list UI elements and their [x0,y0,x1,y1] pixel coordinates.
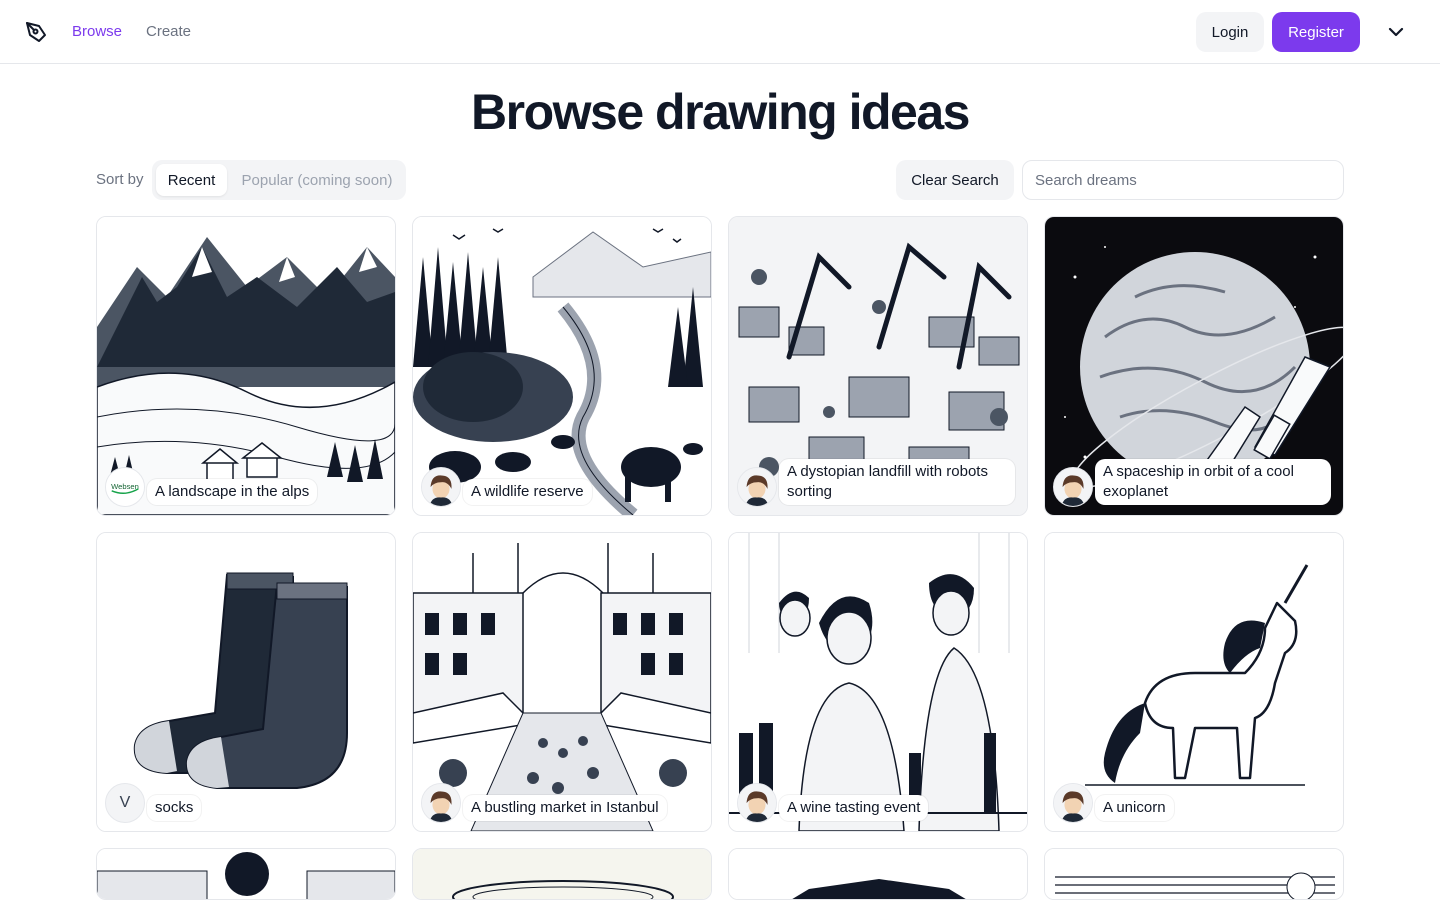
drawing-card[interactable]: A dystopian landfill with robots sorting [728,216,1028,516]
nav-create-link[interactable]: Create [146,22,191,42]
drawing-image-partial [97,849,395,899]
card-caption: A landscape in the alps [147,479,318,505]
sort-recent-button[interactable]: Recent [156,164,227,196]
pen-nib-logo-icon[interactable] [24,20,48,44]
card-caption: socks [147,795,202,821]
chevron-down-icon[interactable] [1384,20,1408,44]
user-letter-avatar[interactable]: V [105,783,145,823]
anime-boy-avatar-icon [422,468,460,506]
card-caption: A wildlife reserve [463,479,592,505]
user-avatar[interactable] [421,783,461,823]
login-button[interactable]: Login [1196,12,1264,52]
nav-browse-link[interactable]: Browse [72,22,122,42]
card-caption: A unicorn [1095,795,1174,821]
drawing-card[interactable]: Websen A landscape in the alps [96,216,396,516]
user-avatar[interactable] [737,467,777,507]
card-caption: A dystopian landfill with robots sorting [779,459,1015,505]
drawing-card[interactable]: A wine tasting event [728,532,1028,832]
card-caption: A spaceship in orbit of a cool exoplanet [1095,459,1331,505]
card-meta: A dystopian landfill with robots sorting [737,459,1019,507]
drawing-image-partial [413,849,711,899]
sort-popular-button[interactable]: Popular (coming soon) [232,164,402,196]
register-button[interactable]: Register [1272,12,1360,52]
drawing-card[interactable] [96,848,396,900]
card-meta: A wildlife reserve [421,467,703,507]
anime-boy-avatar-icon [738,784,776,822]
websen-logo-avatar[interactable]: Websen [105,467,145,507]
drawing-card[interactable]: V socks [96,532,396,832]
top-navigation-bar: Browse Create Login Register [0,0,1440,64]
websen-logo-icon: Websen [106,468,144,506]
card-caption: A bustling market in Istanbul [463,795,667,821]
user-avatar[interactable] [1053,783,1093,823]
drawing-card[interactable]: A bustling market in Istanbul [412,532,712,832]
drawing-card[interactable] [412,848,712,900]
anime-boy-avatar-icon [738,468,776,506]
drawing-card[interactable]: A unicorn [1044,532,1344,832]
anime-boy-avatar-icon [1054,784,1092,822]
card-meta: A unicorn [1053,783,1335,823]
card-meta: Websen A landscape in the alps [105,467,387,507]
clear-search-button[interactable]: Clear Search [896,160,1014,200]
drawing-card[interactable]: A spaceship in orbit of a cool exoplanet [1044,216,1344,516]
user-avatar[interactable] [737,783,777,823]
drawing-image-partial [729,849,1027,899]
drawing-card[interactable]: A wildlife reserve [412,216,712,516]
drawing-card[interactable] [1044,848,1344,900]
user-avatar[interactable] [421,467,461,507]
card-meta: A bustling market in Istanbul [421,783,703,823]
page-title: Browse drawing ideas [471,84,970,140]
sort-toggle-group: Recent Popular (coming soon) [152,160,406,200]
drawing-image-partial [1045,849,1343,899]
anime-boy-avatar-icon [1054,468,1092,506]
search-input[interactable] [1022,160,1344,200]
svg-text:Websen: Websen [111,482,139,491]
card-meta: A spaceship in orbit of a cool exoplanet [1053,459,1335,507]
user-avatar[interactable] [1053,467,1093,507]
card-meta: A wine tasting event [737,783,1019,823]
drawing-card[interactable] [728,848,1028,900]
card-caption: A wine tasting event [779,795,929,821]
anime-boy-avatar-icon [422,784,460,822]
sort-by-label: Sort by [96,171,144,188]
card-meta: V socks [105,783,387,823]
